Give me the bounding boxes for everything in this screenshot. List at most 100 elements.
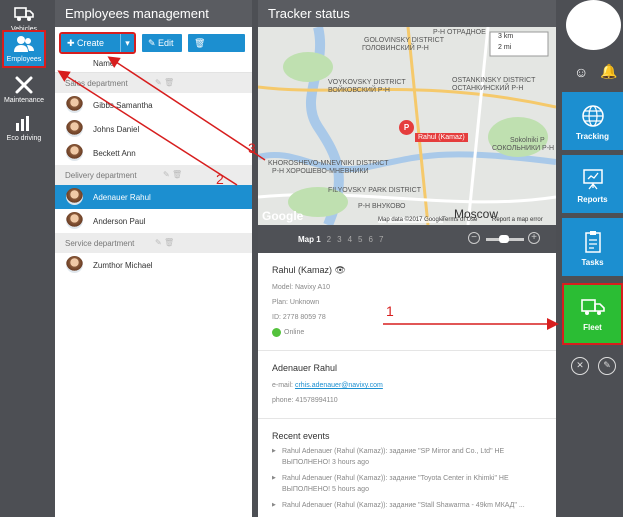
- employee-name: Adenauer Rahul: [93, 193, 151, 202]
- vehicle-marker[interactable]: P: [399, 120, 414, 135]
- map-label: СОКОЛЬНИКИ Р-Н: [492, 145, 555, 152]
- online-status-icon: [272, 327, 281, 337]
- app-root: Vehicles Employees Maintenance Eco drivi…: [0, 0, 623, 517]
- create-dropdown-toggle[interactable]: ▾: [120, 34, 134, 52]
- trash-icon[interactable]: 🗑: [164, 78, 174, 87]
- map-tab[interactable]: 5: [358, 235, 362, 244]
- tracker-panel: Tracker status GOLOVINSKY DISTRICT ГОЛОВ…: [258, 0, 556, 517]
- employee-name: Johns Daniel: [93, 125, 140, 134]
- vehicle-status-label: Online: [284, 329, 305, 336]
- nav-maintenance[interactable]: Maintenance: [2, 73, 46, 111]
- employee-phone: phone: 41578994110: [272, 397, 338, 404]
- map-tab[interactable]: 3: [337, 235, 341, 244]
- map-tabs: Map 1 234567: [298, 235, 389, 244]
- map-tab[interactable]: 7: [379, 235, 383, 244]
- user-icon[interactable]: ☺: [574, 64, 588, 80]
- wrench-icon[interactable]: ✎: [598, 357, 616, 375]
- pencil-icon[interactable]: ✎: [163, 170, 170, 179]
- remove-button[interactable]: 🗑 Remove: [188, 34, 245, 66]
- employee-name: Beckett Ann: [93, 149, 136, 158]
- vehicle-id: ID: 2778 8059 78: [272, 314, 326, 321]
- events-section: Recent events Rahul Adenauer (Rahul (Kam…: [258, 419, 556, 517]
- trash-icon[interactable]: 🗑: [164, 238, 174, 247]
- remove-button-label: Remove: [194, 56, 228, 66]
- event-item[interactable]: Rahul Adenauer (Rahul (Kamaz)): задание …: [272, 473, 542, 495]
- event-item[interactable]: Rahul Adenauer (Rahul (Kamaz)): задание …: [272, 500, 542, 511]
- map-label: Р-Н ХОРОШЕВО-МНЕВНИКИ: [272, 168, 369, 175]
- map-tab[interactable]: 2: [327, 235, 331, 244]
- vehicle-name: Rahul (Kamaz): [272, 265, 333, 275]
- nav-eco-driving-label: Eco driving: [6, 135, 42, 142]
- map-label: KHOROSHEVO-MNEVNIKI DISTRICT: [268, 160, 389, 167]
- event-item[interactable]: Rahul Adenauer (Rahul (Kamaz)): задание …: [272, 446, 542, 468]
- map-label: FILYOVSKY PARK DISTRICT: [328, 187, 421, 194]
- clipboard-icon: [584, 231, 601, 253]
- zoom-in-icon[interactable]: +: [528, 232, 540, 244]
- employee-row-selected[interactable]: Adenauer Rahul: [55, 185, 252, 209]
- map-tab[interactable]: Map 1: [298, 235, 321, 244]
- zoom-out-icon[interactable]: −: [468, 232, 480, 244]
- map-label: OSTANKINSKY DISTRICT: [452, 77, 536, 84]
- tools-icon[interactable]: ✕: [571, 357, 589, 375]
- nav-eco-driving[interactable]: Eco driving: [2, 111, 46, 149]
- annotation-label: 1: [386, 303, 394, 319]
- zoom-slider-handle[interactable]: [499, 235, 509, 243]
- employee-row[interactable]: Zumthor Michael: [55, 253, 252, 277]
- nav-fleet-label: Fleet: [583, 323, 602, 332]
- wrench-icon: [15, 76, 33, 94]
- binoculars-icon[interactable]: 👁: [335, 265, 346, 275]
- map-tab[interactable]: 4: [348, 235, 352, 244]
- annotation-label: 2: [216, 171, 224, 187]
- event-text: Rahul Adenauer (Rahul (Kamaz)): задание …: [282, 502, 517, 509]
- employee-row[interactable]: Johns Daniel: [55, 117, 252, 141]
- nav-tracking-label: Tracking: [576, 132, 609, 141]
- bell-icon[interactable]: 🔔: [600, 63, 617, 80]
- map-scale: 2 mi: [498, 44, 512, 51]
- trash-icon[interactable]: 🗑: [172, 170, 182, 179]
- avatar: [66, 96, 83, 113]
- employee-detail-name: Adenauer Rahul: [272, 363, 338, 373]
- map-label: GOLOVINSKY DISTRICT: [364, 37, 444, 44]
- map-label: Р-Н ОТРАДНОЕ: [433, 29, 486, 36]
- department-row[interactable]: Sales department ✎ 🗑: [55, 73, 252, 93]
- people-icon: [14, 36, 34, 52]
- department-row[interactable]: Service department ✎ 🗑: [55, 233, 252, 253]
- create-button[interactable]: ✚ Create ▾: [59, 32, 136, 54]
- map-label: ГОЛОВИНСКИЙ Р-Н: [362, 45, 429, 52]
- plus-icon: ✚: [67, 38, 78, 48]
- map-tab[interactable]: 6: [368, 235, 372, 244]
- nav-tasks[interactable]: Tasks: [562, 218, 623, 276]
- nav-reports[interactable]: Reports: [562, 155, 623, 213]
- email-link[interactable]: crhis.adenauer@navixy.com: [295, 382, 383, 389]
- user-avatar[interactable]: [566, 0, 621, 50]
- globe-icon: [581, 105, 604, 127]
- nav-employees[interactable]: Employees: [2, 30, 46, 68]
- employee-row[interactable]: Anderson Paul: [55, 209, 252, 233]
- pencil-icon[interactable]: ✎: [155, 78, 162, 87]
- vehicle-status: Online: [272, 325, 542, 340]
- event-text: Rahul Adenauer (Rahul (Kamaz)): задание …: [282, 475, 509, 493]
- map-terms-link[interactable]: Terms of Use: [442, 217, 477, 223]
- employee-name: Anderson Paul: [93, 217, 146, 226]
- edit-button[interactable]: ✎ Edit: [142, 34, 182, 52]
- avatar: [66, 212, 83, 229]
- nav-fleet[interactable]: Fleet: [562, 283, 623, 345]
- employees-panel-title: Employees management: [55, 0, 252, 27]
- employee-row[interactable]: Gibbs Samantha: [55, 93, 252, 117]
- map-report-link[interactable]: Report a map error: [492, 217, 543, 223]
- employee-row[interactable]: Beckett Ann: [55, 141, 252, 165]
- nav-reports-label: Reports: [577, 195, 608, 204]
- event-time: 5 hours ago: [331, 486, 369, 493]
- event-text: Rahul Adenauer (Rahul (Kamaz)): задание …: [282, 448, 505, 466]
- event-time: ...: [518, 502, 525, 509]
- nav-maintenance-label: Maintenance: [3, 97, 45, 104]
- map-view[interactable]: GOLOVINSKY DISTRICT ГОЛОВИНСКИЙ Р-Н Р-Н …: [258, 27, 556, 225]
- truck-icon: [14, 7, 34, 21]
- pencil-icon[interactable]: ✎: [155, 238, 162, 247]
- nav-tracking[interactable]: Tracking: [562, 92, 623, 150]
- map-label: Р-Н ВНУКОВО: [358, 203, 406, 210]
- department-tools: ✎ 🗑: [155, 238, 174, 247]
- nav-tasks-label: Tasks: [581, 258, 604, 267]
- employee-name: Gibbs Samantha: [93, 101, 153, 110]
- employee-section: Adenauer Rahul e-mail: crhis.adenauer@na…: [258, 351, 556, 419]
